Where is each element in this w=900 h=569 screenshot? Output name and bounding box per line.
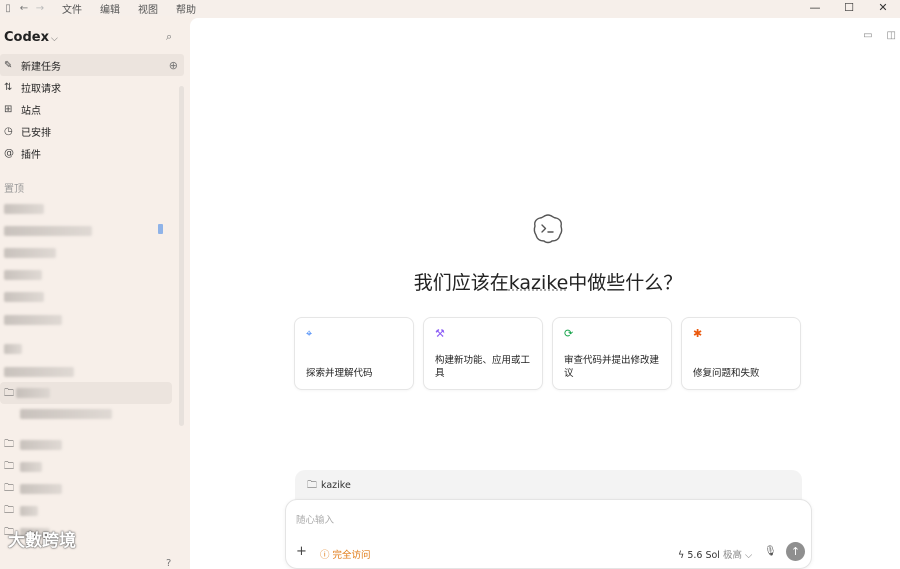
suggestion-card-fix[interactable]: ✱ 修复问题和失败 (681, 317, 801, 390)
forward-icon[interactable]: → (32, 3, 48, 14)
folder-icon: 🗀 (4, 461, 14, 472)
sidebar-item-plugins[interactable]: @ 插件 (0, 142, 184, 164)
suggestion-card-review[interactable]: ⟳ 审查代码并提出修改建议 (552, 317, 672, 390)
edit-icon: ✎ (4, 59, 13, 71)
pull-request-icon: ⇅ (4, 81, 13, 93)
microphone-icon[interactable]: 🎙 (764, 546, 777, 557)
project-selector[interactable]: 🗀 kazike (295, 470, 802, 500)
help-icon[interactable]: ? (166, 558, 171, 569)
blurred-list-item[interactable] (4, 248, 56, 258)
card-label: 探索并理解代码 (306, 368, 373, 379)
folder-icon: 🗀 (4, 483, 14, 494)
sidebar: Codex ⌵ ⌕ ✎ 新建任务 ⊕ ⇅ 拉取请求 ⊞ 站点 ◷ 已安排 @ 插件… (0, 16, 190, 569)
sidebar-item-scheduled[interactable]: ◷ 已安排 (0, 120, 184, 142)
bug-icon: ✱ (693, 327, 703, 340)
suggestion-card-explore[interactable]: ⌖ 探索并理解代码 (294, 317, 414, 390)
menu-edit[interactable]: 编辑 (100, 1, 120, 16)
menu-view[interactable]: 视图 (138, 1, 158, 16)
add-circle-icon[interactable]: ⊕ (169, 59, 178, 72)
blurred-list-item[interactable] (20, 440, 62, 450)
blurred-list-item[interactable] (20, 484, 62, 494)
headline-suffix: 中做些什么？ (568, 272, 683, 294)
folder-icon: 🗀 (4, 505, 14, 516)
suggestion-cards: ⌖ 探索并理解代码 ⚒ 构建新功能、应用或工具 ⟳ 审查代码并提出修改建议 ✱ … (294, 317, 801, 390)
menu-help[interactable]: 帮助 (176, 1, 196, 16)
blurred-list-item[interactable] (4, 315, 62, 325)
access-mode-label: 完全访问 (332, 550, 371, 561)
access-mode-button[interactable]: ⓘ 完全访问 (320, 547, 371, 561)
close-icon[interactable]: ✕ (866, 0, 900, 16)
folder-icon: 🗀 (4, 388, 14, 399)
prompt-input[interactable]: 随心输入 (296, 512, 334, 526)
effort-label: 极高 (722, 550, 742, 561)
bolt-icon: ϟ (678, 550, 685, 561)
blurred-list-item[interactable] (4, 344, 22, 354)
terminal-panel-icon[interactable]: ▭ (863, 30, 872, 41)
headline-prefix: 我们应该在 (413, 272, 509, 294)
menu-bar: 文件 编辑 视图 帮助 (62, 1, 196, 16)
refresh-icon: ⟳ (564, 327, 574, 340)
unread-indicator (158, 224, 163, 234)
sidebar-item-pull-requests[interactable]: ⇅ 拉取请求 (0, 76, 184, 98)
blurred-list-item[interactable] (20, 409, 112, 419)
side-panel-icon[interactable]: ◫ (887, 30, 896, 41)
sidebar-item-label: 站点 (21, 105, 41, 117)
maximize-icon[interactable]: ☐ (832, 0, 866, 16)
blurred-list-item[interactable] (20, 506, 38, 516)
model-selector[interactable]: ϟ 5.6 Sol 极高 ⌵ (678, 547, 752, 561)
page-title: 我们应该在kazike中做些什么？ (190, 268, 900, 295)
search-icon[interactable]: ⌕ (166, 30, 172, 44)
back-icon[interactable]: ← (16, 3, 32, 14)
chevron-down-icon: ⌵ (50, 34, 58, 44)
card-label: 审查代码并提出修改建议 (564, 355, 660, 379)
watermark-text: 大數跨境 (8, 531, 76, 551)
minimize-icon[interactable]: — (798, 0, 832, 16)
clock-icon: ◷ (4, 125, 13, 137)
add-attachment-button[interactable]: + (296, 544, 307, 559)
blurred-list-item[interactable] (16, 388, 50, 398)
sidebar-item-label: 新建任务 (21, 61, 61, 73)
sidebar-toggle-icon[interactable]: ▯ (0, 3, 16, 14)
blurred-list-item[interactable] (4, 270, 42, 280)
brand-label: Codex (4, 30, 49, 45)
warning-icon: ⓘ (320, 550, 330, 561)
top-right-toolbar: ▭ ◫ (863, 30, 896, 41)
sidebar-scrollbar[interactable] (179, 86, 184, 426)
section-label-pinned: 置顶 (4, 184, 24, 195)
hammer-icon: ⚒ (435, 327, 445, 340)
blurred-list-item[interactable] (4, 226, 92, 236)
model-label: 5.6 Sol (687, 550, 720, 561)
card-label: 构建新功能、应用或工具 (435, 355, 531, 379)
chevron-down-icon: ⌵ (744, 550, 753, 561)
folder-icon: 🗀 (4, 439, 14, 450)
blurred-list-item[interactable] (4, 292, 44, 302)
at-icon: @ (4, 147, 14, 159)
send-button[interactable]: ↑ (786, 542, 805, 561)
window-controls: — ☐ ✕ (798, 0, 900, 16)
sidebar-nav: ✎ 新建任务 ⊕ ⇅ 拉取请求 ⊞ 站点 ◷ 已安排 @ 插件 (0, 54, 184, 164)
blurred-list-item[interactable] (4, 367, 74, 377)
blurred-list-item[interactable] (4, 204, 44, 214)
sidebar-item-label: 插件 (21, 149, 41, 161)
sidebar-item-new-task[interactable]: ✎ 新建任务 ⊕ (0, 54, 184, 76)
sidebar-item-label: 拉取请求 (21, 83, 61, 95)
blurred-list-item[interactable] (20, 462, 42, 472)
sidebar-item-sites[interactable]: ⊞ 站点 (0, 98, 184, 120)
project-name-link[interactable]: kazike (509, 272, 569, 294)
folder-icon: 🗀 (307, 480, 317, 491)
sites-icon: ⊞ (4, 103, 13, 115)
menu-file[interactable]: 文件 (62, 1, 82, 16)
card-label: 修复问题和失败 (693, 368, 760, 379)
suggestion-card-build[interactable]: ⚒ 构建新功能、应用或工具 (423, 317, 543, 390)
title-bar: ▯ ← → 文件 编辑 视图 帮助 — ☐ ✕ (0, 0, 900, 16)
codex-logo-icon (533, 214, 563, 244)
workspace-switcher[interactable]: Codex ⌵ (4, 30, 58, 45)
sidebar-item-label: 已安排 (21, 127, 51, 139)
project-selector-label: kazike (321, 480, 351, 491)
main-panel: ▭ ◫ 我们应该在kazike中做些什么？ ⌖ 探索并理解代码 ⚒ 构建新功能、… (190, 18, 900, 569)
telescope-icon: ⌖ (306, 327, 313, 340)
composer: 随心输入 + ⓘ 完全访问 ϟ 5.6 Sol 极高 ⌵ 🎙 ↑ (285, 499, 812, 569)
